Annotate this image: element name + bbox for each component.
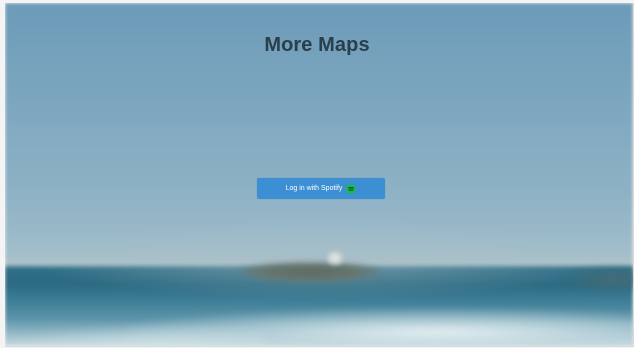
background-headland [235, 261, 385, 283]
spotify-login-button[interactable]: Log in with Spotify [257, 178, 385, 199]
page-title: More Maps [264, 34, 370, 56]
background-surf-left [5, 323, 265, 346]
background-lighthouse [327, 251, 343, 265]
login-button-label: Log in with Spotify [285, 185, 343, 192]
background-rock [565, 265, 633, 293]
spotify-icon [346, 183, 357, 194]
